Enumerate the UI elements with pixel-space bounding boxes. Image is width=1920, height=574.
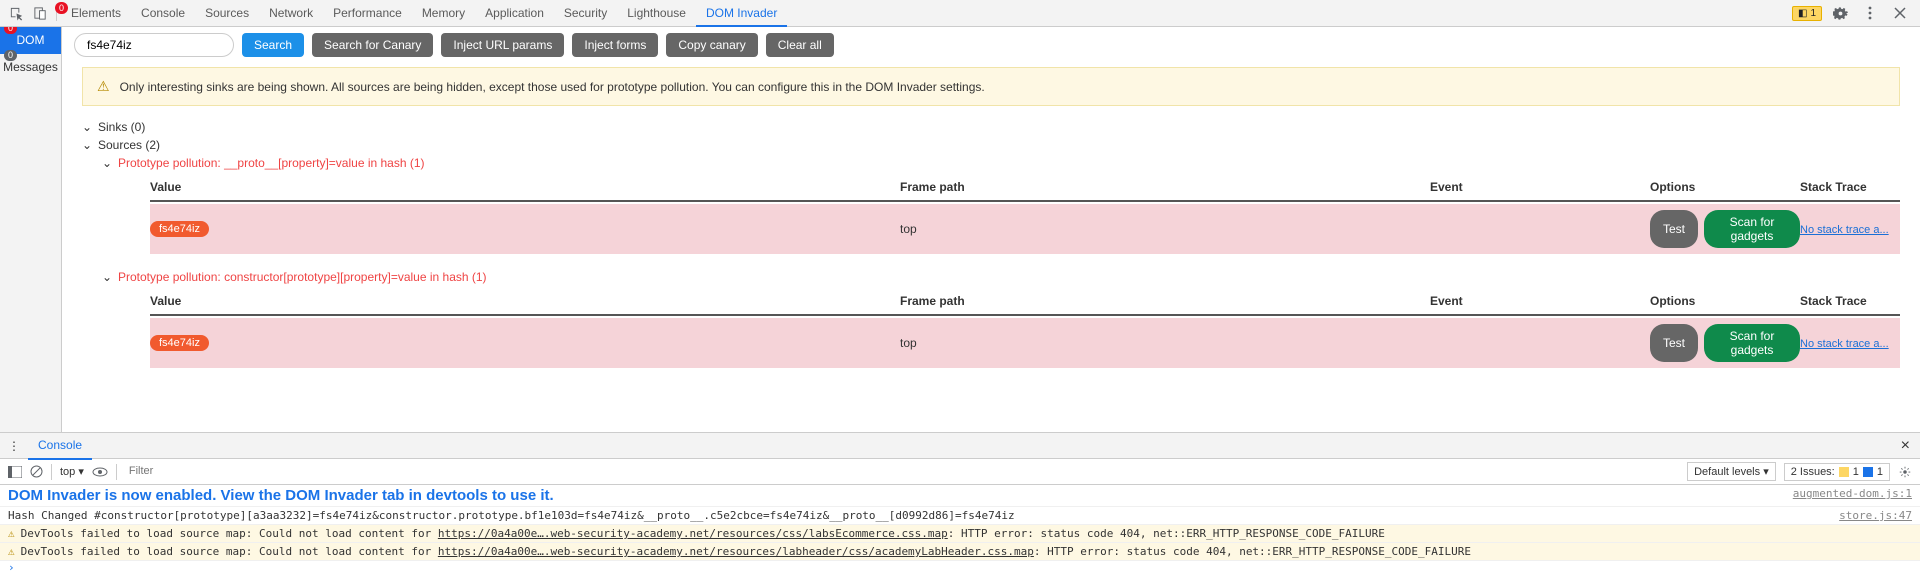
- devtools-tabstrip: 0 Elements Console Sources Network Perfo…: [0, 0, 1920, 27]
- source-link[interactable]: augmented-dom.js:1: [1783, 487, 1912, 504]
- inject-url-button[interactable]: Inject URL params: [441, 33, 564, 57]
- console-settings-gear-icon[interactable]: [1898, 465, 1912, 479]
- inspect-icon[interactable]: [8, 5, 24, 21]
- tab-network[interactable]: Network: [259, 0, 323, 27]
- tab-application[interactable]: Application: [475, 0, 554, 27]
- tab-dom-invader[interactable]: DOM Invader: [696, 0, 787, 27]
- stack-trace-link[interactable]: No stack trace a...: [1800, 224, 1889, 236]
- console-output: DOM Invader is now enabled. View the DOM…: [0, 485, 1920, 574]
- tab-memory[interactable]: Memory: [412, 0, 475, 27]
- live-expression-icon[interactable]: [92, 467, 108, 477]
- tab-sources[interactable]: Sources: [195, 0, 259, 27]
- close-devtools-icon[interactable]: [1892, 5, 1908, 21]
- scan-gadgets-button[interactable]: Scan for gadgets: [1704, 210, 1800, 248]
- kebab-menu-icon[interactable]: [1862, 5, 1878, 21]
- context-selector[interactable]: top ▾: [60, 465, 84, 478]
- clear-all-button[interactable]: Clear all: [766, 33, 834, 57]
- console-message: Hash Changed #constructor[prototype][a3a…: [0, 507, 1920, 525]
- frame-path: top: [900, 336, 1430, 350]
- console-warning: ⚠ DevTools failed to load source map: Co…: [0, 543, 1920, 561]
- tab-console[interactable]: Console: [131, 0, 195, 27]
- copy-canary-button[interactable]: Copy canary: [666, 33, 757, 57]
- drawer-tabstrip: ⋮ Console ×: [0, 433, 1920, 459]
- result-row: fs4e74iz top Test Scan for gadgets No st…: [150, 204, 1900, 254]
- console-warning: ⚠ DevTools failed to load source map: Co…: [0, 525, 1920, 543]
- frame-path: top: [900, 222, 1430, 236]
- value-chip: fs4e74iz: [150, 221, 209, 237]
- results-tree: ⌄ Sinks (0) ⌄ Sources (2) ⌄ Prototype po…: [62, 118, 1920, 368]
- sinks-node[interactable]: ⌄ Sinks (0): [82, 118, 1900, 136]
- test-button[interactable]: Test: [1650, 210, 1698, 248]
- issues-indicator[interactable]: 2 Issues: 1 1: [1784, 463, 1890, 481]
- warning-triangle-icon: ⚠: [8, 527, 15, 540]
- drawer-kebab-icon[interactable]: ⋮: [0, 439, 28, 453]
- canary-search-input[interactable]: [74, 33, 234, 57]
- console-sidebar-toggle-icon[interactable]: [8, 466, 22, 478]
- warning-triangle-icon: ⚠: [97, 78, 110, 95]
- test-button[interactable]: Test: [1650, 324, 1698, 362]
- console-toolbar: top ▾ Default levels ▾ 2 Issues: 1 1: [0, 459, 1920, 485]
- inject-forms-button[interactable]: Inject forms: [572, 33, 658, 57]
- tab-performance[interactable]: Performance: [323, 0, 412, 27]
- url-link[interactable]: https://0a4a00e….web-security-academy.ne…: [438, 545, 1034, 558]
- proto-group-1[interactable]: ⌄ Prototype pollution: __proto__[propert…: [102, 154, 1900, 172]
- chevron-down-icon[interactable]: ⌄: [82, 120, 94, 134]
- info-notice: ⚠ Only interesting sinks are being shown…: [82, 67, 1900, 106]
- table-header: Value Frame path Event Options Stack Tra…: [150, 174, 1900, 202]
- chevron-down-icon[interactable]: ⌄: [102, 156, 114, 170]
- warning-triangle-icon: ⚠: [8, 545, 15, 558]
- source-link[interactable]: store.js:47: [1829, 509, 1912, 522]
- log-levels-selector[interactable]: Default levels ▾: [1687, 462, 1776, 481]
- proto-group-2[interactable]: ⌄ Prototype pollution: constructor[proto…: [102, 268, 1900, 286]
- device-toggle-icon[interactable]: [32, 5, 48, 21]
- dom-invader-toolbar: Search Search for Canary Inject URL para…: [62, 27, 1920, 63]
- drawer-close-icon[interactable]: ×: [1891, 437, 1920, 455]
- console-filter-input[interactable]: [125, 463, 1679, 480]
- dom-invader-sidebar: 0 DOM 0 Messages: [0, 27, 62, 432]
- info-square-icon: [1863, 467, 1873, 477]
- sources-node[interactable]: ⌄ Sources (2): [82, 136, 1900, 154]
- stack-trace-link[interactable]: No stack trace a...: [1800, 338, 1889, 350]
- search-canary-button[interactable]: Search for Canary: [312, 33, 433, 57]
- result-row: fs4e74iz top Test Scan for gadgets No st…: [150, 318, 1900, 368]
- sidebar-tab-messages[interactable]: 0 Messages: [0, 54, 61, 81]
- table-header: Value Frame path Event Options Stack Tra…: [150, 288, 1900, 316]
- url-link[interactable]: https://0a4a00e….web-security-academy.ne…: [438, 527, 948, 540]
- tab-elements[interactable]: 0 Elements: [61, 0, 131, 27]
- value-chip: fs4e74iz: [150, 335, 209, 351]
- console-prompt[interactable]: ›: [0, 561, 1920, 574]
- notice-text: Only interesting sinks are being shown. …: [120, 80, 985, 94]
- chevron-down-icon[interactable]: ⌄: [82, 138, 94, 152]
- scan-gadgets-button[interactable]: Scan for gadgets: [1704, 324, 1800, 362]
- search-button[interactable]: Search: [242, 33, 304, 57]
- warnings-badge[interactable]: ◧1: [1792, 6, 1822, 21]
- drawer-tab-console[interactable]: Console: [28, 432, 92, 460]
- tab-lighthouse[interactable]: Lighthouse: [617, 0, 696, 27]
- clear-console-icon[interactable]: [30, 465, 43, 478]
- tab-security[interactable]: Security: [554, 0, 617, 27]
- warning-square-icon: [1839, 467, 1849, 477]
- chevron-down-icon[interactable]: ⌄: [102, 270, 114, 284]
- settings-gear-icon[interactable]: [1832, 5, 1848, 21]
- console-message: DOM Invader is now enabled. View the DOM…: [0, 485, 1920, 507]
- error-badge: 0: [55, 2, 68, 14]
